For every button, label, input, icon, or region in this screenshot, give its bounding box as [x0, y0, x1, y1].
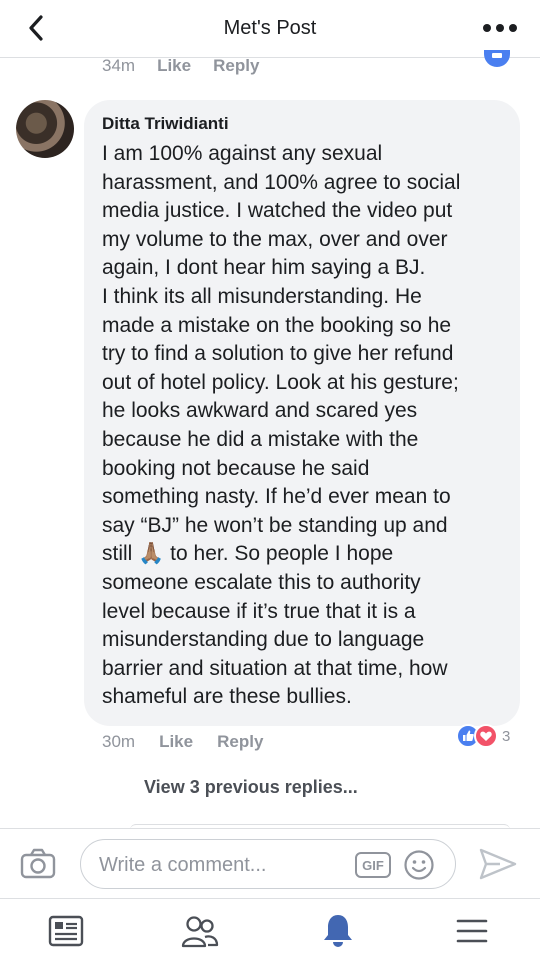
- reply-button[interactable]: Reply: [217, 732, 263, 756]
- like-reaction-icon[interactable]: [482, 50, 512, 68]
- comment-text: I am 100% against any sexual harassment,…: [102, 140, 502, 712]
- comment-text-part1: I am 100% against any sexual harassment,…: [102, 142, 461, 566]
- friends-icon: [181, 916, 219, 948]
- previous-like-button[interactable]: Like: [157, 56, 191, 78]
- send-icon: [479, 848, 517, 880]
- comment-input[interactable]: [99, 852, 349, 878]
- comment-reactions[interactable]: 3: [456, 722, 510, 750]
- praying-hands-emoji: 🙏🏽: [138, 542, 165, 566]
- commenter-avatar[interactable]: [16, 100, 74, 158]
- tab-news-feed[interactable]: [46, 911, 86, 951]
- more-options-button[interactable]: [480, 14, 520, 42]
- comment-composer: GIF: [0, 828, 540, 898]
- notifications-bell-icon: [324, 915, 352, 947]
- comment-actions: 30m Like Reply: [102, 732, 263, 756]
- send-button[interactable]: [478, 847, 518, 881]
- comment-author[interactable]: Ditta Triwidianti: [102, 114, 502, 134]
- camera-icon: [20, 848, 56, 879]
- camera-button[interactable]: [20, 848, 56, 880]
- previous-comment-actions: 34m Like Reply: [102, 56, 259, 78]
- previous-comment-time: 34m: [102, 56, 136, 75]
- news-feed-icon: [48, 915, 84, 947]
- sticker-button[interactable]: [403, 849, 435, 881]
- menu-icon: [456, 919, 488, 943]
- top-nav-bar: Met's Post: [0, 0, 540, 58]
- like-button[interactable]: Like: [159, 732, 193, 756]
- page-title: Met's Post: [223, 17, 317, 39]
- tab-notifications[interactable]: [318, 911, 358, 951]
- reaction-count: 3: [502, 727, 511, 745]
- comment-time: 30m: [102, 732, 136, 751]
- smiley-icon: [404, 850, 434, 880]
- previous-reply-button[interactable]: Reply: [213, 56, 259, 78]
- view-previous-replies-link[interactable]: View 3 previous replies...: [144, 777, 358, 798]
- gif-button[interactable]: GIF: [355, 852, 391, 878]
- love-reaction-icon: [474, 724, 498, 748]
- bottom-tab-bar: [0, 898, 540, 960]
- more-horizontal-icon: [483, 24, 517, 32]
- tab-friends[interactable]: [180, 911, 220, 951]
- comment-input-container[interactable]: GIF: [80, 839, 456, 889]
- comment-bubble[interactable]: Ditta Triwidianti I am 100% against any …: [84, 100, 520, 726]
- tab-menu[interactable]: [452, 911, 492, 951]
